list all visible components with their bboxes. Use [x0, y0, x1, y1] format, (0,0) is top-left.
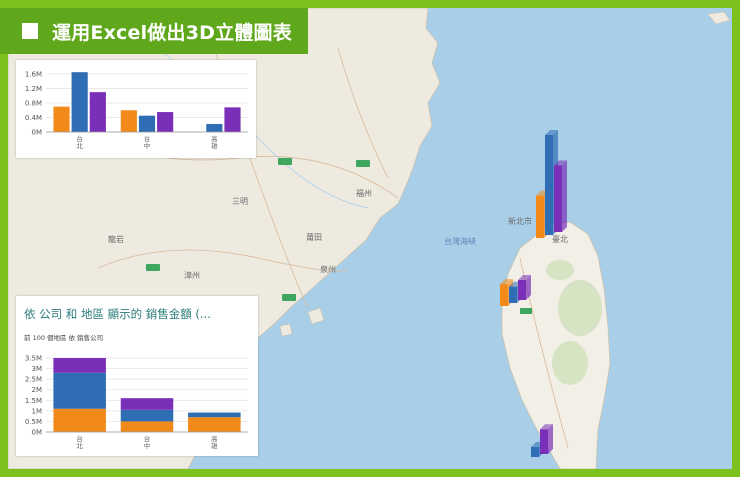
bar[interactable]: [89, 92, 106, 132]
highway-marker: [356, 160, 370, 167]
y-tick-label: 0.4M: [25, 114, 42, 122]
screenshot-frame: 福州 新北市 臺北 台灣海峽 泉州 三明 龍岩 莆田 漳州 運用Excel做出3…: [0, 0, 740, 477]
map-bar-front: [540, 429, 548, 454]
highway-marker: [146, 264, 160, 271]
chart-panel-bottom[interactable]: 依 公司 和 地區 顯示的 銷售金額 (... 前 100 個地區 依 銷售公司…: [16, 296, 258, 456]
y-tick-label: 2M: [32, 386, 43, 394]
map-label: 莆田: [306, 232, 322, 242]
bar[interactable]: [53, 372, 106, 409]
y-tick-label: 1M: [32, 407, 43, 415]
island: [307, 307, 325, 325]
category-label: 中: [144, 141, 151, 150]
map-label: 新北市: [508, 216, 532, 226]
bar[interactable]: [188, 417, 241, 432]
taiwan-landmass: [501, 221, 611, 469]
highway-marker: [278, 158, 292, 165]
chart-panel-top[interactable]: 1.6M 1.2M 0.8M 0.4M 0M 台北台中高雄: [16, 60, 256, 158]
island: [707, 11, 731, 25]
bar[interactable]: [120, 110, 137, 132]
bar[interactable]: [120, 421, 174, 432]
y-tick-label: 1.2M: [25, 85, 42, 93]
title-banner: 運用Excel做出3D立體圖表: [0, 8, 308, 54]
y-tick-label: 0.8M: [25, 100, 42, 108]
chart-bottom: 3.5M3M2.5M2M1.5M1M0.5M0M台北台中高雄: [25, 355, 248, 450]
y-tick-label: 3M: [32, 365, 43, 373]
banner-title: 運用Excel做出3D立體圖表: [52, 21, 292, 44]
map-label: 漳州: [184, 270, 200, 280]
bar[interactable]: [53, 106, 70, 132]
highway-marker: [520, 308, 532, 314]
bar[interactable]: [224, 107, 241, 132]
map-label: 龍岩: [108, 234, 124, 244]
bar[interactable]: [206, 124, 223, 132]
bar[interactable]: [120, 398, 174, 410]
bar[interactable]: [188, 412, 241, 418]
map-label: 臺北: [552, 234, 568, 244]
mountain-area: [558, 280, 602, 336]
map-label: 福州: [356, 189, 372, 198]
map-bar-side: [548, 424, 553, 454]
y-tick-label: 1.5M: [25, 397, 42, 405]
category-label: 北: [76, 442, 83, 450]
map-bar-front: [500, 284, 508, 306]
map-label: 泉州: [320, 264, 336, 274]
y-tick-label: 3.5M: [25, 355, 42, 363]
category-label: 雄: [211, 141, 218, 150]
map-bar-front: [554, 165, 562, 232]
bar[interactable]: [71, 72, 88, 132]
map-bar-front: [518, 280, 526, 300]
bar[interactable]: [53, 358, 106, 373]
map-bar-front: [536, 195, 544, 238]
map-bar-side: [562, 160, 567, 232]
highway-marker: [282, 294, 296, 301]
y-tick-label: 2.5M: [25, 376, 42, 384]
map-bar-front: [509, 286, 517, 303]
map-bar-front: [545, 135, 553, 235]
category-label: 北: [76, 142, 83, 150]
banner-square-icon: [22, 23, 38, 39]
category-label: 雄: [211, 441, 218, 450]
category-label: 中: [144, 441, 151, 450]
mountain-area: [546, 260, 574, 280]
map-label: 台灣海峽: [444, 236, 476, 246]
chart-top: 1.6M1.2M0.8M0.4M0M台北台中高雄: [25, 71, 248, 150]
island: [279, 323, 293, 337]
map-label: 三明: [232, 197, 248, 206]
y-tick-label: 0.5M: [25, 418, 42, 426]
map-bar-front: [531, 447, 539, 457]
y-tick-label: 0M: [32, 429, 43, 437]
y-tick-label: 1.6M: [25, 71, 42, 79]
bar[interactable]: [120, 409, 174, 422]
bar[interactable]: [157, 112, 174, 132]
bar[interactable]: [53, 408, 106, 432]
y-tick-label: 0M: [32, 129, 43, 137]
mountain-area: [552, 341, 588, 385]
bar[interactable]: [138, 115, 156, 132]
